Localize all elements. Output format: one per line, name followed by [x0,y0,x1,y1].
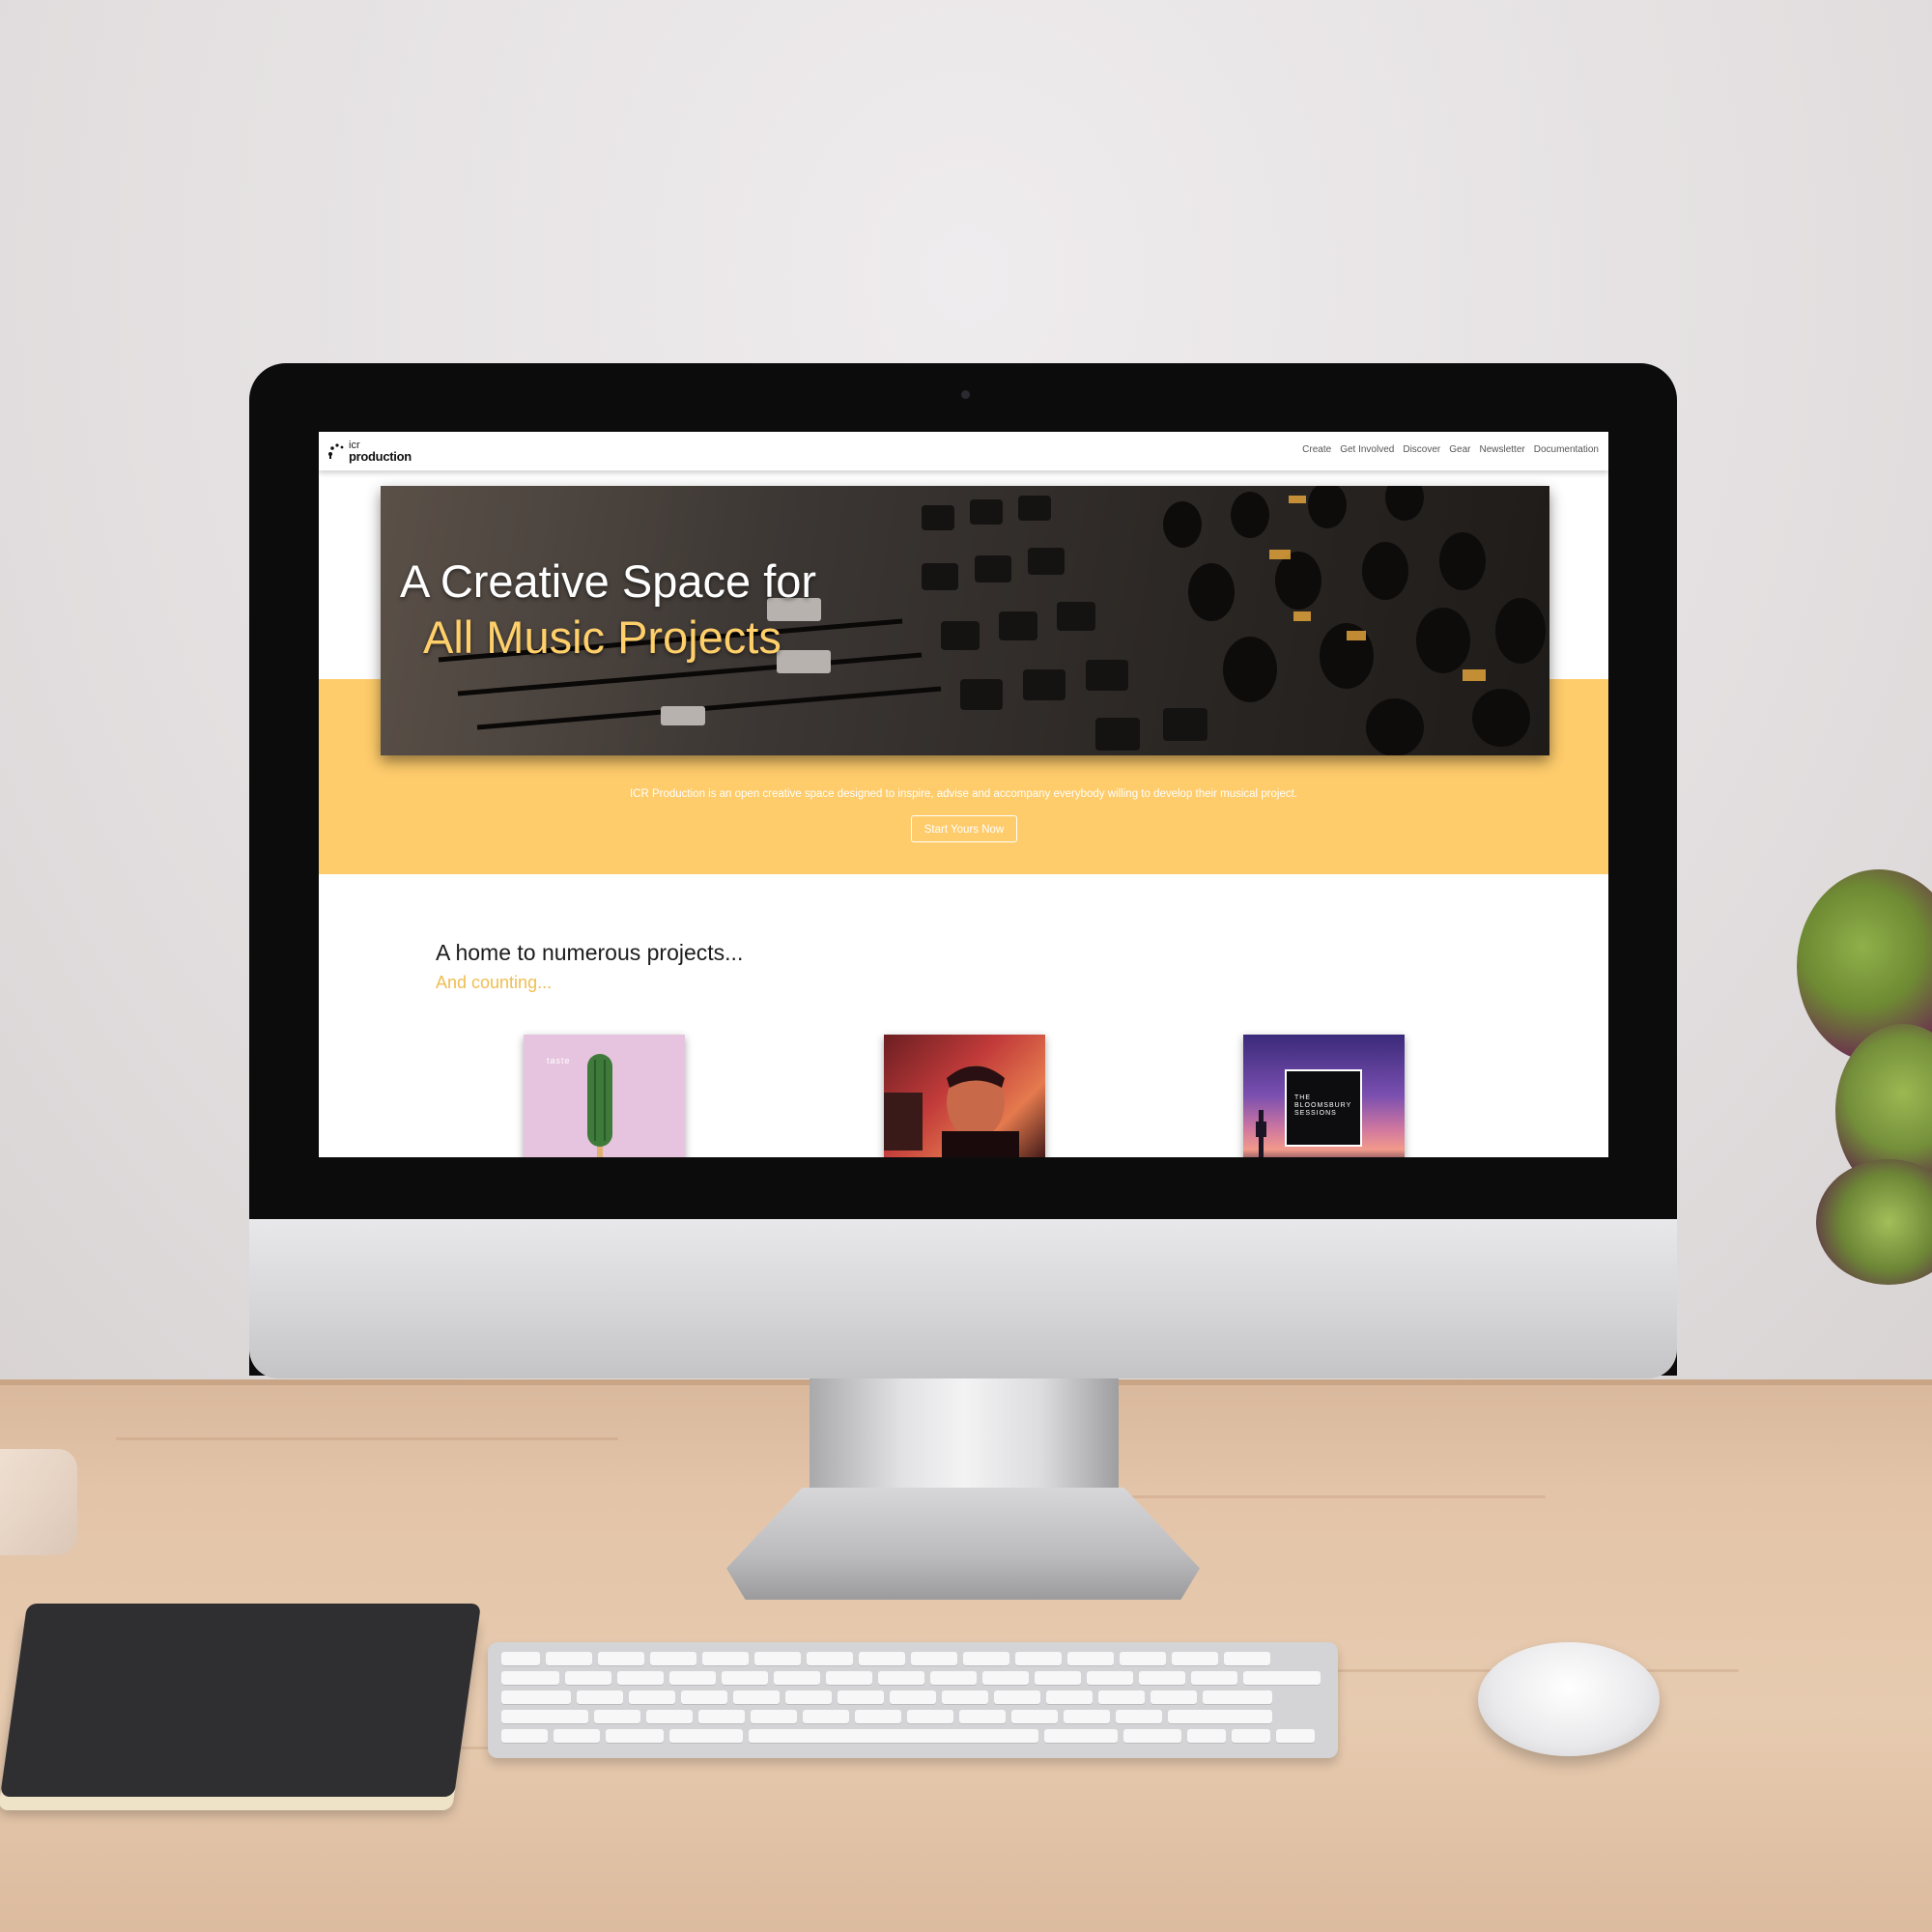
bloomsbury-label: THE BLOOMSBURY SESSIONS [1285,1069,1362,1147]
keyboard-row [501,1671,1321,1685]
start-yours-now-button[interactable]: Start Yours Now [911,815,1017,842]
hero-title-line1: A Creative Space for [400,555,817,607]
glass-object [0,1449,77,1555]
hero-title-line2: All Music Projects [423,611,781,663]
imac-chin [249,1219,1677,1378]
nav-get-involved[interactable]: Get Involved [1340,444,1394,455]
nav-menu: Create Get Involved Discover Gear Newsle… [1302,444,1599,455]
hero-banner: A Creative Space for All Music Projects [381,486,1549,755]
keyboard [488,1642,1338,1758]
keyboard-row [501,1710,1272,1723]
project-card-bloomsbury[interactable]: THE BLOOMSBURY SESSIONS [1243,1035,1405,1157]
keyboard-row [501,1690,1272,1704]
hero-title: A Creative Space for All Music Projects [400,554,816,666]
website-screen: icr production Create Get Involved Disco… [319,432,1608,1157]
navbar: icr production Create Get Involved Disco… [319,432,1608,470]
projects-subtitle: And counting... [436,973,553,992]
project-card-taste[interactable]: taste [524,1035,685,1157]
imac-stand-foot [726,1488,1200,1600]
card-title: THE BLOOMSBURY SESSIONS [1294,1094,1352,1117]
nav-discover[interactable]: Discover [1403,444,1440,455]
logo-text-big: production [349,449,412,464]
hero-tagline: ICR Production is an open creative space… [629,788,1298,800]
camera-icon [961,390,970,399]
project-card-artist[interactable] [884,1035,1045,1157]
keyboard-row [501,1729,1315,1743]
nav-create[interactable]: Create [1302,444,1331,455]
logo-mark-icon [327,442,345,460]
projects-title: A home to numerous projects... [436,940,744,965]
notebook [0,1604,482,1797]
mouse [1478,1642,1660,1756]
wood-grain [116,1437,618,1440]
nav-documentation[interactable]: Documentation [1534,444,1599,455]
nav-newsletter[interactable]: Newsletter [1479,444,1524,455]
artist-portrait-image [884,1065,1019,1157]
site-logo[interactable]: icr production [327,439,412,464]
nav-gear[interactable]: Gear [1449,444,1470,455]
cactus-popsicle-image [587,1054,612,1157]
imac-stand [810,1378,1119,1494]
keyboard-row [501,1652,1270,1665]
